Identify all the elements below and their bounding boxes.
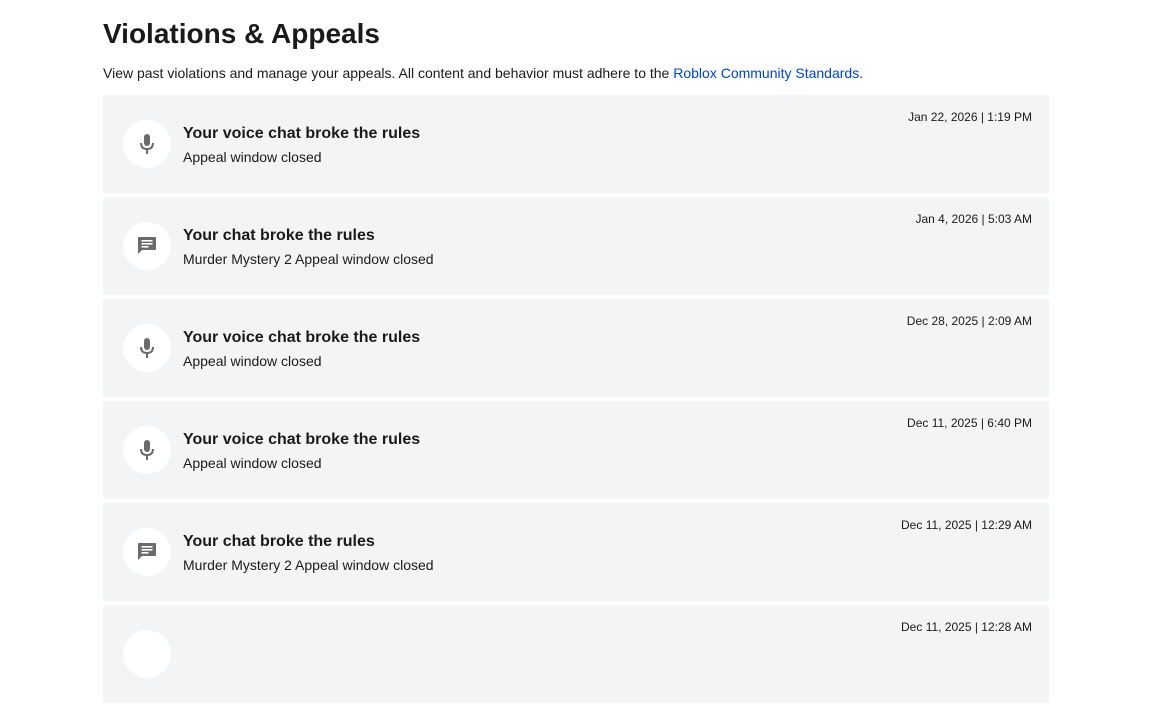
- violation-card[interactable]: Your chat broke the rules Murder Mystery…: [103, 197, 1049, 295]
- violation-icon: [123, 630, 171, 678]
- violation-date: Jan 4, 2026 | 5:03 AM: [915, 212, 1032, 226]
- microphone-icon: [123, 426, 171, 474]
- page-title: Violations & Appeals: [103, 18, 380, 49]
- violation-date: Jan 22, 2026 | 1:19 PM: [908, 110, 1032, 124]
- microphone-icon: [123, 120, 171, 168]
- description-text: View past violations and manage your app…: [103, 65, 674, 81]
- description-period: .: [859, 65, 864, 81]
- violation-date: Dec 11, 2025 | 6:40 PM: [907, 416, 1032, 430]
- violations-list: Your voice chat broke the rules Appeal w…: [103, 95, 1049, 707]
- violation-title: Your voice chat broke the rules: [183, 329, 421, 346]
- violation-status: Appeal window closed: [183, 455, 322, 471]
- violation-status: Appeal window closed: [183, 353, 322, 369]
- violation-status: Appeal window closed: [183, 149, 322, 165]
- violation-title: Your chat broke the rules: [183, 227, 375, 244]
- violation-title: Your voice chat broke the rules: [183, 431, 421, 448]
- violation-status: Murder Mystery 2 Appeal window closed: [183, 557, 434, 573]
- violation-card[interactable]: Your voice chat broke the rules Appeal w…: [103, 95, 1049, 193]
- violation-date: Dec 11, 2025 | 12:28 AM: [901, 620, 1032, 634]
- chat-bubble-icon: [123, 528, 171, 576]
- violation-status: Murder Mystery 2 Appeal window closed: [183, 251, 434, 267]
- microphone-icon: [123, 324, 171, 372]
- violation-title: Your chat broke the rules: [183, 533, 375, 550]
- violation-title: Your voice chat broke the rules: [183, 125, 421, 142]
- violation-card[interactable]: Your voice chat broke the rules Appeal w…: [103, 401, 1049, 499]
- violation-card[interactable]: Dec 11, 2025 | 12:28 AM: [103, 605, 1049, 703]
- violation-date: Dec 11, 2025 | 12:29 AM: [901, 518, 1032, 532]
- page-description: View past violations and manage your app…: [103, 64, 863, 82]
- community-standards-link[interactable]: Roblox Community Standards: [673, 65, 859, 81]
- violation-card[interactable]: Your chat broke the rules Murder Mystery…: [103, 503, 1049, 601]
- violation-card[interactable]: Your voice chat broke the rules Appeal w…: [103, 299, 1049, 397]
- violation-date: Dec 28, 2025 | 2:09 AM: [906, 314, 1032, 328]
- chat-bubble-icon: [123, 222, 171, 270]
